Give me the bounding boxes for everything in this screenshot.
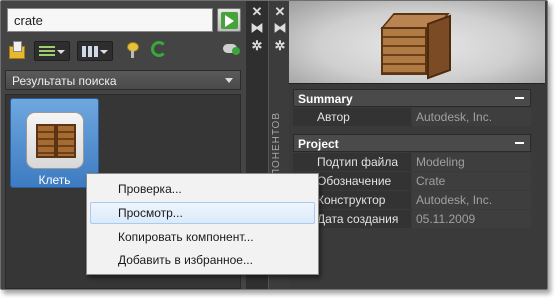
property-value: Autodesk, Inc. [412,191,531,209]
list-view-icon [39,46,55,57]
project-title: Project [298,137,339,151]
autohide-icon[interactable]: ⧓ [250,21,264,35]
crate-icon [36,124,76,158]
summary-title: Summary [298,92,353,106]
autohide-icon[interactable]: ⧓ [273,21,287,35]
results-dropdown[interactable]: Результаты поиска [5,70,241,90]
property-row: Обозначение Crate [293,172,531,190]
chevron-down-icon [57,50,65,54]
close-icon[interactable]: ✕ [250,5,264,19]
crate-thumbnail [26,112,84,169]
collapse-icon[interactable] [515,97,524,99]
context-menu: Проверка... Просмотр... Копировать компо… [86,173,319,275]
refresh-icon[interactable] [151,41,167,57]
sync-icon[interactable] [223,42,241,56]
crate-preview-icon [380,11,451,80]
menu-item-add-to-favorites[interactable]: Добавить в избранное... [90,249,315,271]
icon-view-icon [82,46,98,57]
summary-section-header[interactable]: Summary [293,89,531,107]
property-value: Autodesk, Inc. [412,108,531,126]
view-list-dropdown[interactable] [34,41,70,61]
property-row: Конструктор Autodesk, Inc. [293,191,531,209]
key-icon[interactable] [125,42,139,58]
chevron-down-icon [100,50,108,54]
property-value: Modeling [412,153,531,171]
view-icons-dropdown[interactable] [77,41,113,61]
collapse-icon[interactable] [515,142,524,144]
menu-item-preview[interactable]: Просмотр... [90,202,315,224]
properties-panel: Summary Автор Autodesk, Inc. Project Под… [289,1,547,289]
chevron-down-icon [225,78,233,83]
property-row: Автор Autodesk, Inc. [293,108,531,126]
result-item-label: Клеть [38,173,71,187]
settings-icon[interactable]: ✲ [273,39,287,53]
results-dropdown-label: Результаты поиска [12,74,117,88]
settings-icon[interactable]: ✲ [250,39,264,53]
property-name: Автор [293,108,411,126]
search-go-button[interactable] [217,8,241,32]
property-value: 05.11.2009 [412,210,531,228]
menu-item-check[interactable]: Проверка... [90,178,315,200]
property-row: Дата создания 05.11.2009 [293,210,531,228]
arrow-right-icon [221,12,238,29]
property-row: Подтип файла Modeling [293,153,531,171]
menu-item-copy-component[interactable]: Копировать компонент... [90,226,315,248]
property-name: Подтип файла [293,153,411,171]
preview-image [289,1,545,84]
property-value: Crate [412,172,531,190]
open-folder-icon[interactable] [9,41,25,59]
close-icon[interactable]: ✕ [273,5,287,19]
project-section-header[interactable]: Project [293,134,531,152]
search-input[interactable]: crate [7,8,213,32]
